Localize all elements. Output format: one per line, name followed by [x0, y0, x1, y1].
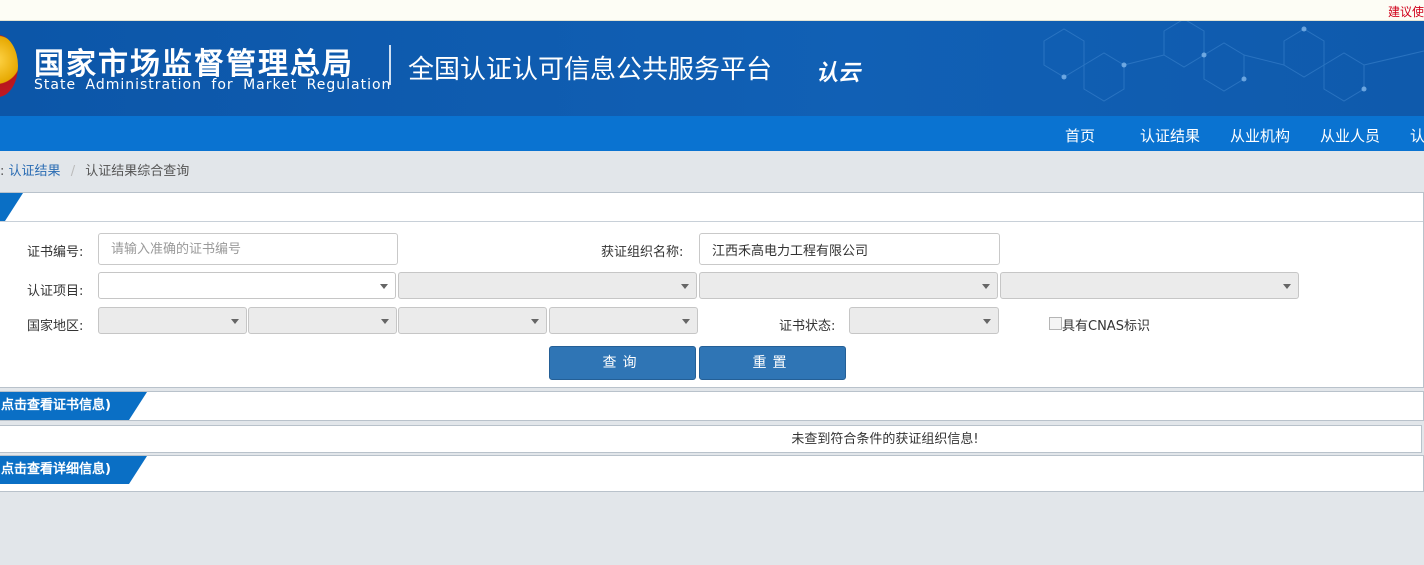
status-label: 证书状态:: [779, 319, 836, 334]
breadcrumb-prefix: :: [0, 164, 5, 179]
status-select[interactable]: [849, 307, 999, 334]
chevron-down-icon: [381, 319, 389, 324]
cnas-checkbox[interactable]: [1049, 317, 1062, 330]
chevron-down-icon: [681, 284, 689, 289]
cert-no-input[interactable]: [98, 233, 398, 265]
cnas-label: 具有CNAS标识: [1062, 319, 1150, 334]
search-panel-tab: [0, 193, 23, 221]
detail-info-tab[interactable]: 点击查看详细信息): [0, 456, 147, 484]
main-nav: 首页 认证结果 从业机构 从业人员 认: [0, 116, 1424, 151]
suggest-link[interactable]: 建议使: [1388, 3, 1424, 20]
header-divider: [389, 45, 391, 85]
chevron-down-icon: [531, 319, 539, 324]
region-select-2[interactable]: [248, 307, 397, 334]
national-emblem-icon: [0, 35, 18, 97]
nav-item-home[interactable]: 首页: [1065, 125, 1095, 146]
empty-result-message: 未查到符合条件的获证组织信息!: [0, 425, 1422, 453]
region-select-4[interactable]: [549, 307, 698, 334]
region-select-1[interactable]: [98, 307, 247, 334]
breadcrumb-separator: /: [70, 164, 76, 179]
project-select-4[interactable]: [1000, 272, 1299, 299]
breadcrumb-current: 认证结果综合查询: [85, 164, 190, 179]
chevron-down-icon: [380, 284, 388, 289]
project-select-3[interactable]: [699, 272, 998, 299]
nav-item-institutions[interactable]: 从业机构: [1230, 125, 1290, 146]
renyun-logo: 认云: [816, 61, 861, 86]
nav-item-more[interactable]: 认: [1410, 125, 1424, 146]
chevron-down-icon: [231, 319, 239, 324]
project-select-2[interactable]: [398, 272, 697, 299]
nav-item-cert-results[interactable]: 认证结果: [1140, 125, 1200, 146]
reset-button[interactable]: 重置: [699, 346, 846, 380]
breadcrumb-link-cert-results[interactable]: 认证结果: [9, 164, 61, 179]
project-select-1[interactable]: [98, 272, 396, 299]
hexagon-pattern-decoration: [1043, 21, 1424, 102]
detail-info-body: [0, 484, 1424, 492]
platform-title: 全国认证认可信息公共服务平台: [408, 55, 773, 85]
project-label: 认证项目:: [27, 284, 84, 299]
cert-info-tab[interactable]: 点击查看证书信息): [0, 392, 147, 420]
query-button[interactable]: 查询: [549, 346, 696, 380]
region-select-3[interactable]: [398, 307, 547, 334]
detail-info-section-header: 点击查看详细信息): [0, 455, 1424, 485]
cert-no-label: 证书编号:: [27, 245, 84, 260]
org-name-label: 获证组织名称:: [601, 245, 684, 260]
nav-item-personnel[interactable]: 从业人员: [1320, 125, 1380, 146]
search-panel-header: [0, 193, 1423, 222]
agency-name-en: State Administration for Market Regulati…: [34, 77, 392, 93]
cert-info-section-header: 点击查看证书信息): [0, 391, 1424, 421]
chevron-down-icon: [983, 319, 991, 324]
chevron-down-icon: [682, 319, 690, 324]
breadcrumb: : 认证结果 / 认证结果综合查询: [0, 160, 189, 179]
chevron-down-icon: [1283, 284, 1291, 289]
chevron-down-icon: [982, 284, 990, 289]
region-label: 国家地区:: [27, 319, 84, 334]
org-name-input[interactable]: [699, 233, 1000, 265]
site-header-banner: 国家市场监督管理总局 State Administration for Mark…: [0, 21, 1424, 116]
search-panel: 证书编号: 获证组织名称: 认证项目: 国家地区: 证书状态: 具有CNAS标识…: [0, 192, 1424, 388]
top-notice-bar: 建议使: [0, 0, 1424, 21]
